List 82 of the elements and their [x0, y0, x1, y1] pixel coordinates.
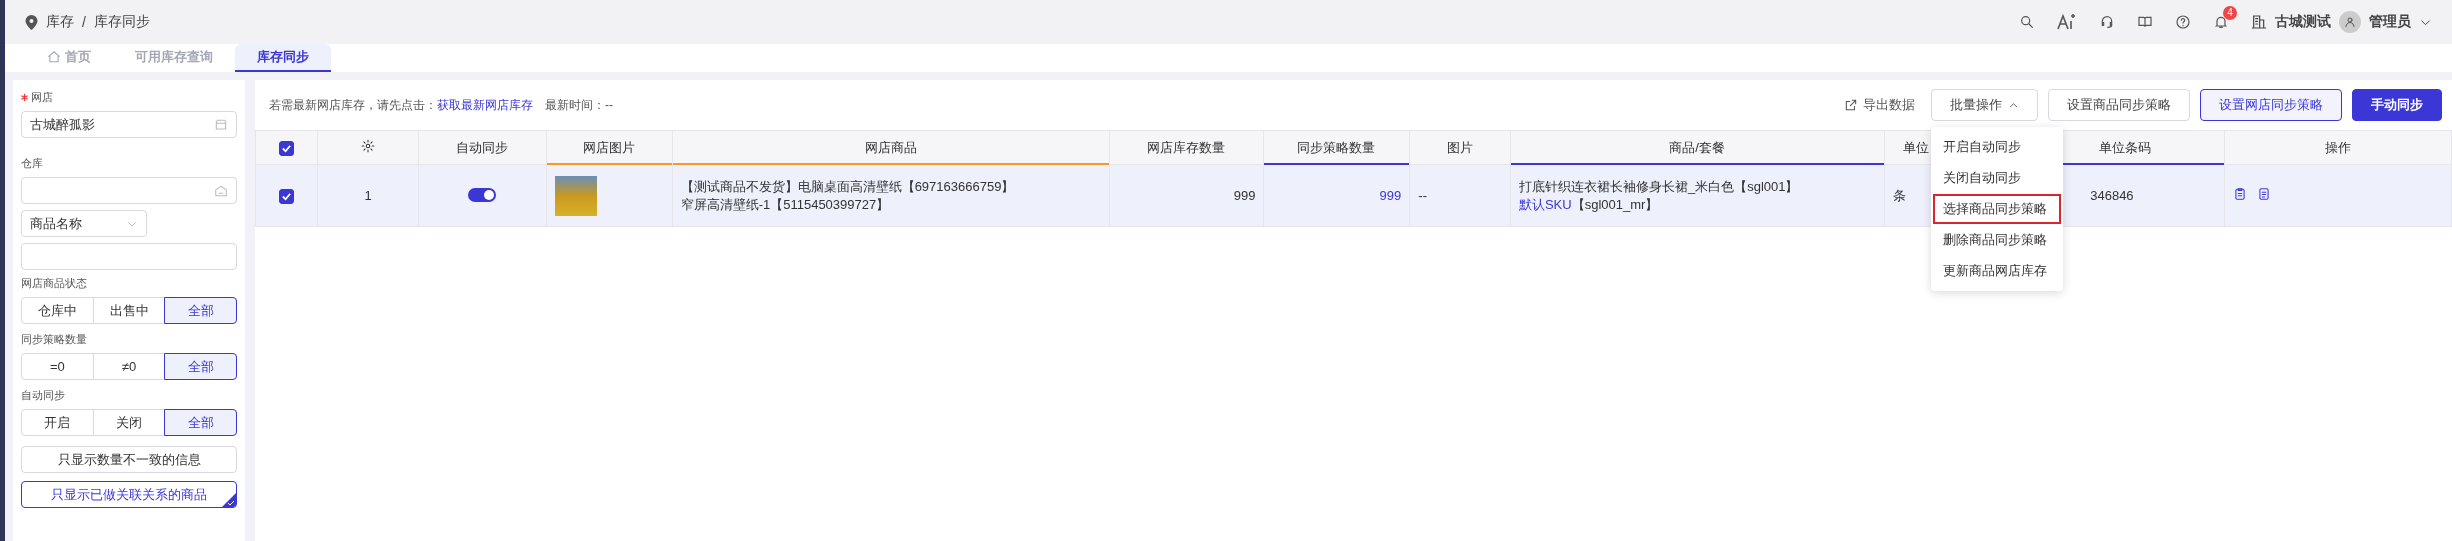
checkmark-icon — [281, 190, 293, 202]
user-name[interactable]: 管理员 — [2369, 13, 2411, 31]
export-button[interactable]: 导出数据 — [1838, 95, 1921, 115]
row-number: 1 — [364, 188, 372, 203]
segment-option[interactable]: ≠0 — [92, 353, 166, 380]
column-header: 商品/套餐 — [1669, 139, 1725, 155]
segment-option[interactable]: =0 — [21, 353, 94, 380]
field-label: 网店 — [31, 90, 53, 105]
segment-option[interactable]: 开启 — [21, 409, 94, 436]
building-icon — [2251, 14, 2267, 30]
notification-badge: 4 — [2223, 6, 2237, 20]
filter-toggle[interactable]: 只显示已做关联关系的商品 — [21, 481, 237, 508]
menu-item[interactable]: 选择商品同步策略 — [1933, 194, 2061, 224]
document-icon[interactable] — [2257, 187, 2272, 201]
sku-code: 【sgl001_mr】 — [1571, 196, 1659, 212]
unit-cell: 条 — [1893, 187, 1907, 203]
field-label: 仓库 — [21, 156, 43, 171]
warehouse-icon — [214, 183, 228, 198]
filter-label: 自动同步 — [21, 388, 65, 403]
checkbox[interactable] — [279, 188, 295, 204]
batch-actions-button[interactable]: 批量操作 — [1931, 89, 2038, 121]
photo-placeholder — [554, 175, 597, 216]
strategy-count-link[interactable]: 999 — [1379, 188, 1402, 203]
column-header: 图片 — [1446, 139, 1473, 155]
product-name: 打底针织连衣裙长袖修身长裙_米白色【sgl001】 — [1518, 177, 1800, 196]
breadcrumb-separator: / — [82, 14, 86, 30]
segment-option[interactable]: 仓库中 — [21, 297, 94, 324]
shop-product-text: 窄屏高清壁纸-1【5115450399727】 — [680, 195, 891, 214]
auto-sync-switch[interactable] — [468, 188, 497, 202]
image-cell: -- — [1418, 188, 1427, 203]
column-header: 操作 — [2324, 139, 2351, 155]
action-button[interactable]: 设置网店同步策略 — [2200, 89, 2342, 121]
segment-option[interactable]: 出售中 — [92, 297, 166, 324]
filter-label: 网店商品状态 — [21, 276, 87, 291]
segment-option[interactable]: 全部 — [164, 409, 237, 436]
sku-link[interactable]: 默认SKU — [1518, 196, 1572, 212]
segment-option[interactable]: 全部 — [164, 297, 237, 324]
column-header: 单位条码 — [2098, 139, 2151, 155]
corner-check-icon — [222, 493, 236, 507]
location-pin-icon — [25, 14, 38, 30]
external-link-icon — [1844, 98, 1858, 112]
column-header: 单位 — [1903, 139, 1930, 155]
barcode-cell: 346846 — [2090, 188, 2134, 203]
column-header: 网店库存数量 — [1147, 139, 1226, 155]
checkmark-icon — [280, 142, 292, 154]
column-header: 网店商品 — [864, 139, 917, 155]
action-button[interactable]: 设置商品同步策略 — [2048, 89, 2190, 121]
shop-select[interactable]: 古城醉孤影 — [21, 111, 237, 138]
hint-text: 若需最新网店库存，请先点击：获取最新网店库存 最新时间：-- — [269, 96, 613, 114]
settings-icon[interactable] — [360, 139, 375, 153]
help-icon[interactable] — [2175, 14, 2191, 30]
column-header: 同步策略数量 — [1297, 139, 1376, 155]
headset-icon[interactable] — [2099, 14, 2115, 30]
search-input[interactable] — [21, 243, 237, 270]
store-icon — [214, 117, 228, 132]
shop-product-text: 【测试商品不发货】电脑桌面高清壁纸【697163666759】 — [680, 177, 1016, 196]
fetch-stock-link[interactable]: 获取最新网店库存 — [437, 97, 533, 112]
breadcrumb-parent[interactable]: 库存 — [46, 13, 74, 31]
organization-name[interactable]: 古城测试 — [2275, 13, 2331, 31]
clipboard-icon[interactable] — [2233, 187, 2248, 201]
filter-label: 同步策略数量 — [21, 332, 87, 347]
segment-option[interactable]: 全部 — [164, 353, 237, 380]
ai-sparkle-icon[interactable] — [2057, 13, 2077, 31]
menu-item[interactable]: 删除商品同步策略 — [1933, 225, 2061, 255]
stock-quantity: 999 — [1233, 188, 1256, 203]
action-button[interactable]: 手动同步 — [2352, 89, 2442, 121]
column-header: 网店图片 — [582, 139, 635, 155]
menu-item[interactable]: 关闭自动同步 — [1933, 163, 2061, 193]
tab[interactable]: 库存同步 — [235, 44, 331, 72]
search-icon[interactable] — [2019, 14, 2035, 30]
bell-icon[interactable] — [2213, 14, 2229, 30]
home-icon — [47, 50, 61, 64]
breadcrumb-current: 库存同步 — [93, 13, 150, 31]
filter-toggle[interactable]: 只显示数量不一致的信息 — [21, 446, 237, 473]
segment-option[interactable]: 关闭 — [92, 409, 166, 436]
search-type-select[interactable]: 商品名称 — [21, 210, 147, 237]
book-icon[interactable] — [2137, 14, 2153, 30]
menu-item[interactable]: 更新商品网店库存 — [1933, 256, 2061, 286]
menu-item[interactable]: 开启自动同步 — [1933, 132, 2061, 162]
user-avatar[interactable] — [2339, 11, 2361, 33]
column-header: 自动同步 — [455, 139, 508, 155]
checkbox[interactable] — [278, 140, 294, 156]
